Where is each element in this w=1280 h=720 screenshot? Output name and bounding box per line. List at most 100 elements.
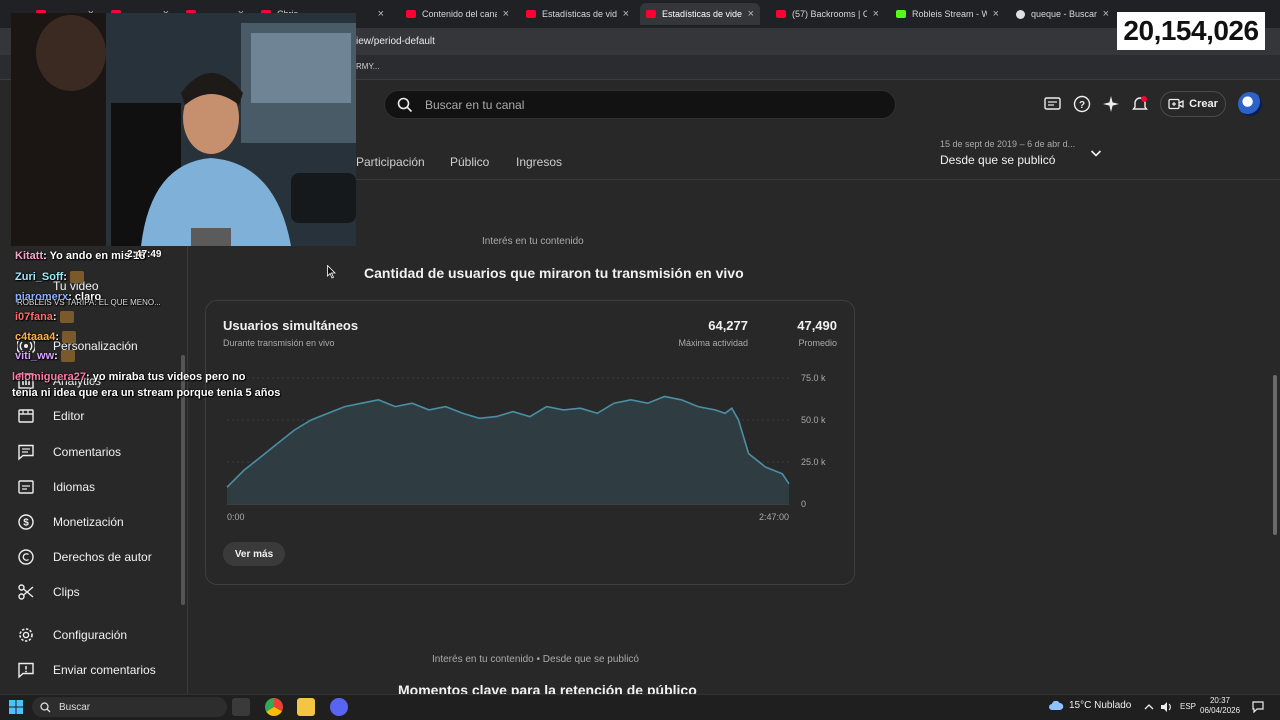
file-explorer-icon[interactable]	[297, 698, 315, 716]
comments-icon	[18, 444, 34, 461]
sidebar-item-configuracion[interactable]: Configuración	[0, 619, 186, 651]
browser-tab-title: queque - Buscar con	[1031, 9, 1097, 19]
bookmark-item[interactable]: RMY...	[356, 62, 379, 71]
close-tab-icon[interactable]: ×	[623, 8, 629, 20]
view-counter: 20,154,026	[1117, 12, 1265, 50]
svg-text:$: $	[23, 518, 29, 529]
sidebar-item-label: Comentarios	[53, 445, 122, 459]
sidebar-item-label: Enviar comentarios	[53, 663, 156, 677]
chevron-up-icon[interactable]	[1144, 702, 1154, 712]
create-button[interactable]: Crear	[1160, 91, 1226, 117]
tab-publico[interactable]: Público	[450, 155, 489, 169]
y-tick-label: 0	[801, 499, 806, 509]
browser-tab-title: Contenido del canal	[422, 9, 497, 19]
notification-center-icon[interactable]	[1252, 701, 1264, 713]
y-tick-label: 25.0 k	[801, 457, 826, 467]
chat-message: c4taaa4:	[15, 331, 77, 344]
sidebar-item-idiomas[interactable]: Idiomas	[0, 471, 186, 503]
chrome-icon[interactable]	[265, 698, 283, 716]
google-icon	[1016, 9, 1025, 19]
help-icon[interactable]: ?	[1072, 94, 1092, 114]
feedback-messages-icon[interactable]	[1042, 94, 1062, 114]
discord-icon[interactable]	[330, 698, 348, 716]
sidebar-item-label: Derechos de autor	[53, 550, 152, 564]
sidebar-item-editor[interactable]: Editor	[0, 400, 186, 432]
sidebar-item-derechos[interactable]: Derechos de autor	[0, 541, 186, 573]
y-tick-label: 50.0 k	[801, 415, 826, 425]
browser-tab[interactable]: Robleis Stream - Wat ×	[890, 3, 1005, 25]
channel-avatar[interactable]	[1238, 92, 1262, 116]
chat-reply-context: ROBLEIS VS TARIPA: EL QUE MENO...	[17, 298, 161, 307]
peak-value: 64,277	[708, 318, 748, 333]
create-button-label: Crear	[1189, 98, 1218, 110]
close-tab-icon[interactable]: ×	[873, 8, 879, 20]
search-input[interactable]: Buscar en tu canal	[425, 98, 524, 112]
concurrent-viewers-chart[interactable]: 75.0 k 50.0 k 25.0 k 0 0:00 2:47:00	[222, 370, 842, 525]
copyright-icon	[18, 549, 34, 565]
ver-mas-button[interactable]: Ver más	[223, 542, 285, 566]
browser-tab-title: Estadísticas de video	[542, 9, 617, 19]
section-title: Cantidad de usuarios que miraron tu tran…	[364, 265, 744, 281]
browser-tab[interactable]: Estadísticas de video ×	[520, 3, 635, 25]
chat-message: Kitatt: Yo ando en mis 18	[15, 250, 146, 262]
browser-tab[interactable]: (57) Backrooms | Offi ×	[770, 3, 885, 25]
mouse-cursor-icon	[327, 265, 336, 279]
browser-tab[interactable]: queque - Buscar con ×	[1010, 3, 1115, 25]
clock-date: 06/04/2026	[1200, 706, 1241, 715]
x-tick-label: 2:47:00	[759, 512, 789, 522]
gear-icon	[19, 628, 33, 642]
task-view-icon[interactable]	[232, 698, 250, 716]
page-scrollbar[interactable]	[1273, 375, 1277, 535]
subtitles-icon	[18, 480, 34, 494]
monetization-icon: $	[18, 514, 34, 530]
average-value: 47,490	[797, 318, 837, 333]
emote-icon	[60, 350, 75, 363]
y-tick-label: 75.0 k	[801, 373, 826, 383]
editor-icon	[18, 409, 34, 423]
clock[interactable]: 20:37 06/04/2026	[1200, 696, 1240, 716]
tab-participacion[interactable]: Participación	[356, 155, 425, 169]
volume-icon[interactable]	[1160, 701, 1172, 713]
search-bar[interactable]: Buscar en tu canal	[384, 90, 896, 119]
scissors-icon	[18, 584, 34, 600]
average-label: Promedio	[798, 338, 837, 348]
video-camera-icon	[1168, 98, 1184, 110]
sidebar-item-enviar-comentarios[interactable]: Enviar comentarios	[0, 654, 186, 686]
tab-ingresos[interactable]: Ingresos	[516, 155, 562, 169]
section-label-2: Interés en tu contenido • Desde que se p…	[432, 654, 639, 665]
browser-tab-title: Estadísticas de video	[662, 9, 742, 19]
close-tab-icon[interactable]: ×	[748, 8, 754, 20]
feedback-icon	[18, 662, 34, 679]
browser-tab[interactable]: Contenido del canal ×	[400, 3, 515, 25]
close-tab-icon[interactable]: ×	[378, 8, 384, 20]
date-range-selector[interactable]: Desde que se publicó	[940, 153, 1055, 167]
chevron-down-icon[interactable]	[1089, 146, 1103, 160]
weather-widget[interactable]: 15°C Nublado	[1048, 700, 1131, 711]
notifications-bell-icon[interactable]	[1130, 94, 1150, 114]
sidebar-item-label: Configuración	[53, 628, 128, 642]
youtube-icon	[776, 10, 786, 18]
taskbar-search[interactable]: Buscar	[32, 697, 227, 717]
svg-text:?: ?	[1079, 100, 1085, 111]
screen: ×××Chris×Contenido del canal×Estadística…	[0, 0, 1280, 720]
sidebar-item-monetizacion[interactable]: $ Monetización	[0, 506, 186, 538]
youtube-icon	[526, 10, 536, 18]
emote-icon	[70, 271, 85, 284]
section-label: Interés en tu contenido	[482, 236, 584, 247]
browser-tab[interactable]: Estadísticas de video ×	[640, 3, 760, 25]
weather-text: 15°C Nublado	[1069, 700, 1132, 711]
chat-message: viti_ww:	[15, 350, 75, 363]
peak-label: Máxima actividad	[678, 338, 748, 348]
close-tab-icon[interactable]: ×	[1103, 8, 1109, 20]
close-tab-icon[interactable]: ×	[503, 8, 509, 20]
sidebar-item-comentarios[interactable]: Comentarios	[0, 436, 186, 468]
sparkle-icon[interactable]	[1101, 94, 1121, 114]
sidebar-item-clips[interactable]: Clips	[0, 576, 186, 608]
chat-message-continued: tenía ni idea que era un stream porque t…	[12, 387, 281, 399]
webcam-overlay	[11, 13, 356, 246]
windows-start-icon[interactable]	[9, 700, 23, 714]
close-tab-icon[interactable]: ×	[993, 8, 999, 20]
language-indicator[interactable]: ESP	[1180, 702, 1196, 711]
browser-tab-title: (57) Backrooms | Offi	[792, 9, 867, 19]
date-range-text: 15 de sept de 2019 – 6 de abr d...	[940, 139, 1076, 149]
